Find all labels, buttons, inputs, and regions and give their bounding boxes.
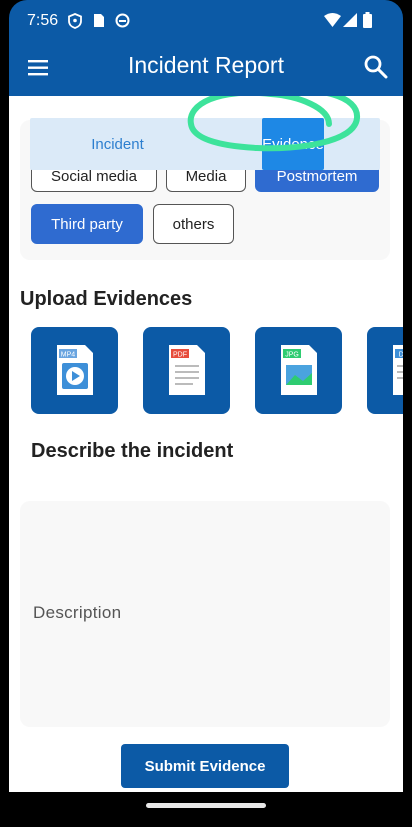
- chip-others[interactable]: others: [153, 204, 234, 244]
- home-gesture-pill[interactable]: [146, 803, 266, 808]
- video-file-icon: MP4: [57, 345, 93, 395]
- wifi-icon: [324, 13, 341, 27]
- upload-jpg-tile[interactable]: JPG: [255, 327, 342, 414]
- image-file-icon: JPG: [281, 345, 317, 395]
- pdf-file-icon: PDF: [169, 345, 205, 395]
- signal-icon: [343, 13, 357, 27]
- tab-evidence[interactable]: Evidence: [262, 118, 324, 170]
- description-field[interactable]: Description: [20, 501, 390, 727]
- tab-incident[interactable]: Incident: [30, 118, 205, 170]
- page-title: Incident Report: [128, 52, 284, 78]
- status-time: 7:56: [27, 12, 59, 29]
- mp4-label: MP4: [61, 352, 76, 359]
- description-placeholder: Description: [33, 603, 122, 622]
- report-tabs: Incident Evidence: [30, 118, 380, 170]
- upload-doc-tile[interactable]: DO: [367, 327, 403, 414]
- main-content: Social media Media Postmortem Third part…: [9, 96, 403, 792]
- upload-mp4-tile[interactable]: MP4: [31, 327, 118, 414]
- upload-title: Upload Evidences: [20, 288, 193, 310]
- data-saver-icon: [115, 13, 130, 28]
- vpn-shield-icon: [68, 13, 82, 29]
- doc-file-icon: DO: [393, 345, 403, 395]
- describe-title: Describe the incident: [31, 440, 234, 462]
- pdf-label: PDF: [173, 352, 187, 359]
- status-bar: 7:56: [9, 0, 403, 40]
- upload-pdf-tile[interactable]: PDF: [143, 327, 230, 414]
- jpg-label: JPG: [285, 352, 299, 359]
- doc-label: DO: [399, 352, 403, 359]
- search-icon[interactable]: [363, 54, 389, 80]
- sim-card-icon: [94, 14, 104, 27]
- submit-evidence-button[interactable]: Submit Evidence: [121, 744, 289, 788]
- phone-screen: 7:56 Incident Report Social media Media …: [9, 0, 403, 827]
- system-nav-bar: [9, 792, 403, 827]
- chip-third-party[interactable]: Third party: [31, 204, 143, 244]
- app-bar: Incident Report: [9, 40, 403, 96]
- battery-icon: [363, 12, 372, 28]
